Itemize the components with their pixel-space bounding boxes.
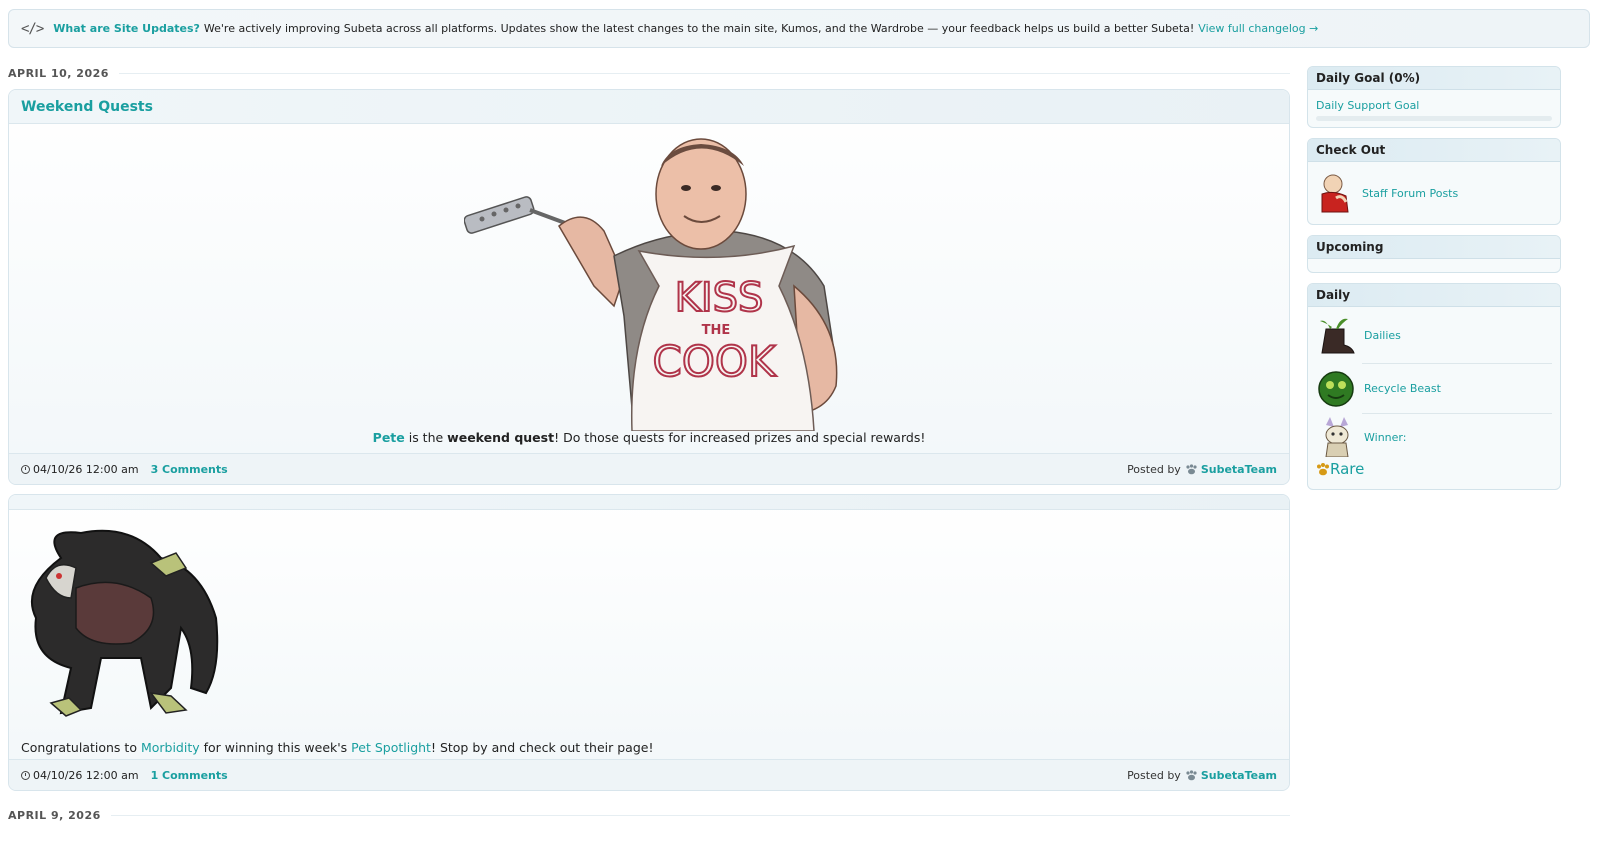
post-timestamp: 04/10/26 12:00 am	[33, 462, 139, 476]
clock-icon	[21, 464, 30, 474]
post-footer: 04/10/26 12:00 am 1 Comments Posted by S…	[9, 759, 1289, 790]
pete-link[interactable]: Pete	[373, 430, 405, 445]
boot-plant-icon	[1320, 318, 1355, 354]
daily-goal-title: Daily Goal (0%)	[1308, 67, 1560, 90]
post-caption: Congratulations to Morbidity for winning…	[21, 740, 654, 755]
clock-icon	[21, 770, 30, 780]
post-timestamp: 04/10/26 12:00 am	[33, 768, 139, 782]
author-link[interactable]: SubetaTeam	[1201, 463, 1277, 476]
pet-spotlight-link[interactable]: Pet Spotlight	[351, 740, 431, 755]
apron-text-the: THE	[702, 323, 731, 338]
post-title[interactable]: Weekend Quests	[9, 90, 1289, 124]
news-post: Congratulations to Morbidity for winning…	[8, 494, 1290, 791]
date-heading: APRIL 10, 2026	[8, 67, 1290, 80]
rarity-label: Rare	[1308, 460, 1560, 478]
code-icon: </>	[21, 20, 44, 37]
comments-link[interactable]: 3 Comments	[151, 463, 228, 476]
changelog-link[interactable]: View full changelog →	[1198, 22, 1318, 35]
paw-icon	[1186, 769, 1197, 780]
site-updates-banner: </> What are Site Updates? We're activel…	[8, 9, 1590, 48]
post-footer: 04/10/26 12:00 am 3 Comments Posted by S…	[9, 453, 1289, 484]
date-divider	[118, 73, 1290, 74]
morbidity-link[interactable]: Morbidity	[141, 740, 200, 755]
date-heading: APRIL 9, 2026	[8, 809, 1290, 822]
apron-text-kiss: KISS	[675, 275, 764, 321]
author-link[interactable]: SubetaTeam	[1201, 769, 1277, 782]
paw-icon	[1186, 463, 1197, 474]
upcoming-title: Upcoming	[1308, 236, 1560, 259]
posted-by: Posted by SubetaTeam	[1127, 768, 1277, 782]
daily-goal-box: Daily Goal (0%) Daily Support Goal	[1307, 66, 1561, 128]
post-title	[9, 495, 1289, 510]
daily-support-goal-link[interactable]: Daily Support Goal	[1316, 99, 1419, 112]
morbidity-pet-image	[31, 529, 219, 717]
banner-question: What are Site Updates?	[53, 22, 200, 35]
check-out-title: Check Out	[1308, 139, 1560, 162]
recycle-beast-item[interactable]: Recycle Beast	[1308, 364, 1560, 413]
recycle-beast-icon	[1318, 370, 1354, 407]
daily-box: Daily Dailies Recycle Beast Winner: Rare	[1307, 283, 1561, 490]
dailies-item[interactable]: Dailies	[1308, 307, 1560, 363]
winner-item[interactable]: Winner:	[1308, 414, 1560, 460]
post-caption: Pete is the weekend quest! Do those ques…	[372, 430, 926, 445]
news-post: Weekend Quests KISS THE COOK Pete is the…	[8, 89, 1290, 485]
date-label: APRIL 10, 2026	[8, 67, 109, 80]
daily-goal-progress	[1316, 116, 1552, 121]
staff-avatar-icon	[1321, 174, 1349, 213]
comments-link[interactable]: 1 Comments	[151, 769, 228, 782]
staff-forum-posts-item[interactable]: Staff Forum Posts	[1308, 162, 1560, 224]
pete-image: KISS THE COOK	[464, 138, 838, 431]
paw-icon	[1317, 462, 1329, 475]
banner-text: We're actively improving Subeta across a…	[203, 22, 1195, 35]
check-out-box: Check Out Staff Forum Posts	[1307, 138, 1561, 225]
apron-text-cook: COOK	[653, 337, 777, 386]
date-divider	[110, 815, 1290, 816]
date-label: APRIL 9, 2026	[8, 809, 101, 822]
winner-pet-icon	[1325, 417, 1349, 457]
daily-title: Daily	[1308, 284, 1560, 307]
posted-by: Posted by SubetaTeam	[1127, 462, 1277, 476]
upcoming-box: Upcoming	[1307, 235, 1561, 273]
